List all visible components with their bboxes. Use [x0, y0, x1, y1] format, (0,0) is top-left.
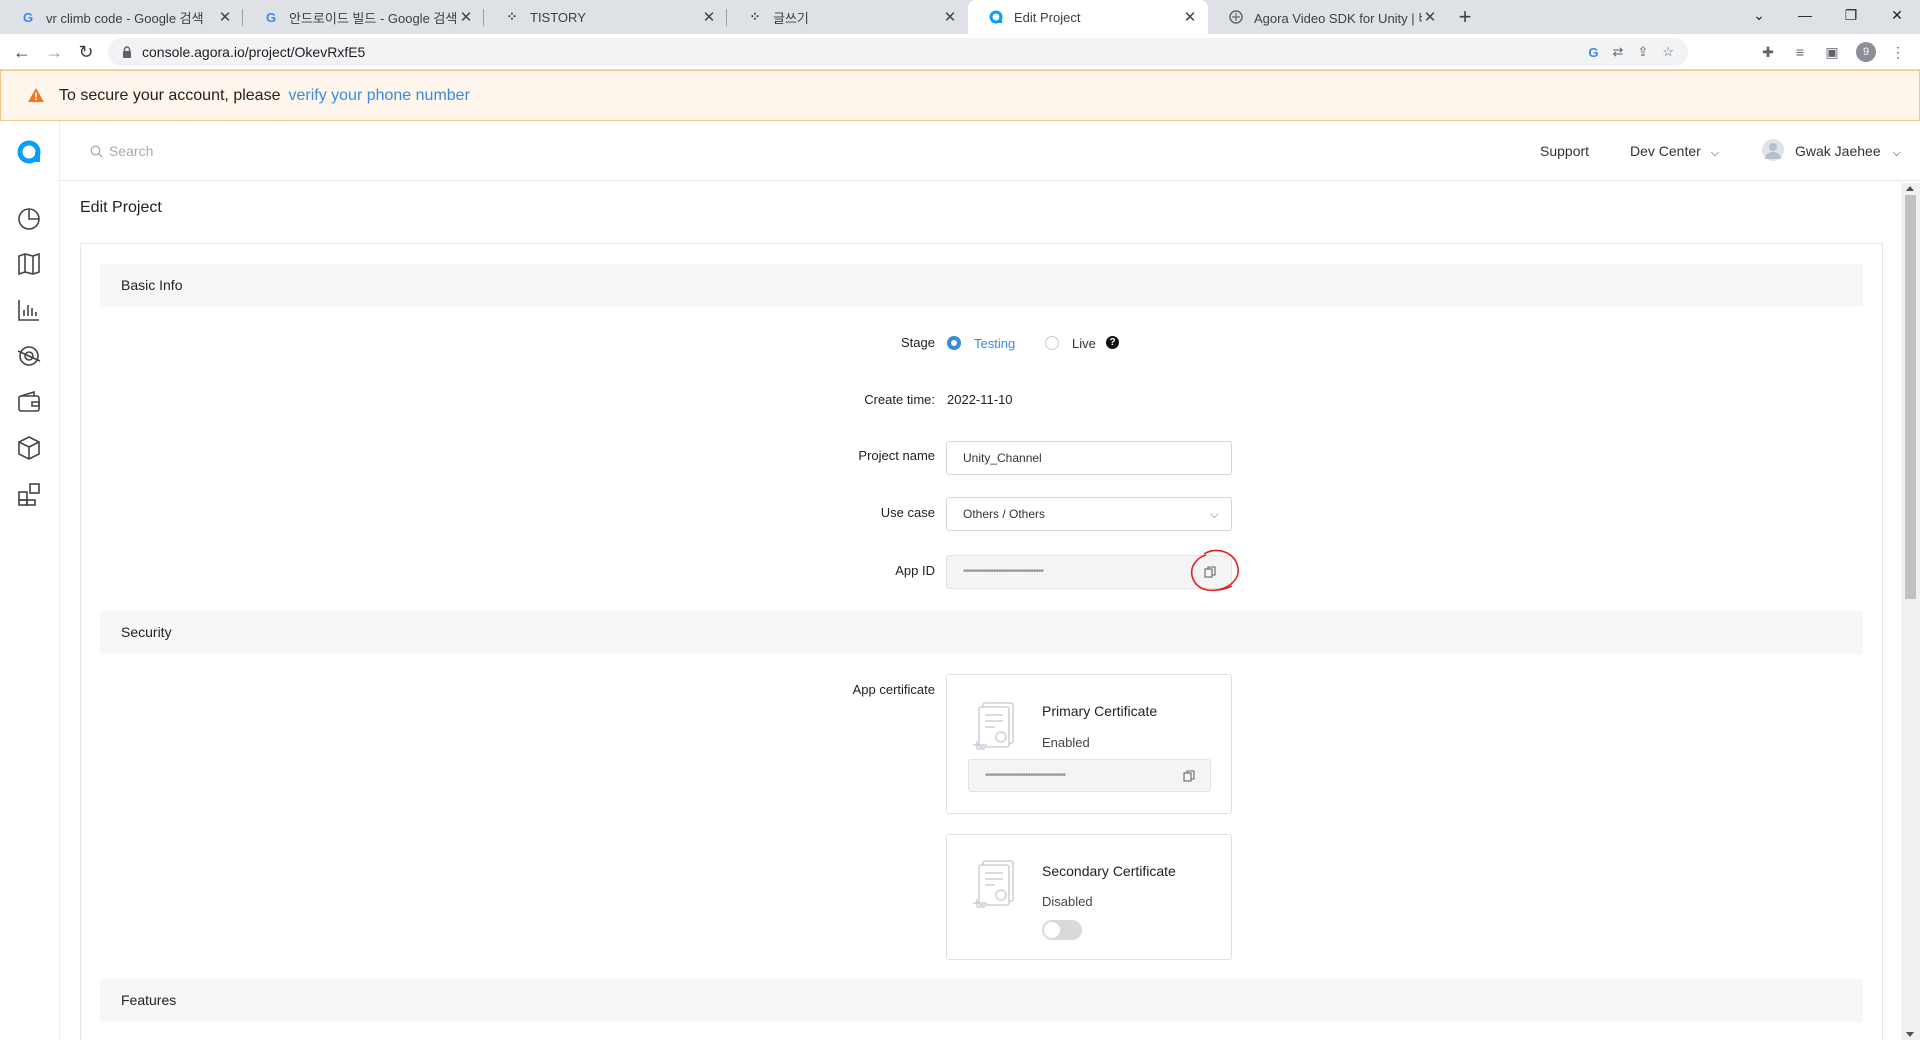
banner-text: To secure your account, please [59, 86, 281, 104]
primary-certificate-status: Enabled [1042, 735, 1090, 750]
translate-icon[interactable]: ⇄ [1613, 44, 1624, 60]
url-text: console.agora.io/project/OkevRxfE5 [142, 44, 366, 60]
section-security: Security [100, 611, 1863, 654]
browser-tab[interactable]: ⁘ TISTORY ✕ [484, 0, 727, 34]
restore-button[interactable]: ❐ [1828, 0, 1874, 30]
agora-icon [988, 9, 1004, 25]
extensions-cube-icon[interactable] [16, 435, 44, 463]
primary-certificate-title: Primary Certificate [1042, 703, 1158, 719]
projects-map-icon[interactable] [16, 251, 44, 279]
user-menu[interactable]: Gwak Jaehee ⌵ [1795, 143, 1901, 160]
google-icon: G [22, 9, 34, 25]
create-time-value: 2022-11-10 [947, 392, 1013, 407]
close-tab-icon[interactable]: ✕ [942, 8, 958, 26]
scroll-down-icon[interactable] [1906, 1032, 1914, 1037]
chevron-down-icon: ⌵ [1209, 507, 1219, 521]
help-icon[interactable]: ? [1106, 336, 1119, 349]
user-avatar[interactable] [1762, 139, 1784, 161]
extensions-icon[interactable]: ✚ [1756, 40, 1780, 64]
close-tab-icon[interactable]: ✕ [217, 8, 233, 26]
red-annotation-circle [1190, 549, 1239, 592]
secondary-certificate-toggle[interactable] [1042, 920, 1082, 940]
certificate-icon [973, 701, 1019, 753]
app-sidebar [0, 121, 60, 1040]
search-box[interactable]: Search [90, 143, 153, 159]
stage-live-label[interactable]: Live [1072, 336, 1096, 351]
browser-tab[interactable]: Agora Video SDK for Unity | 비디 ✕ [1208, 0, 1448, 34]
lock-icon [122, 46, 132, 58]
app-id-label: App ID [895, 563, 935, 578]
scroll-up-icon[interactable] [1906, 186, 1914, 191]
section-basic-info: Basic Info [100, 264, 1863, 307]
side-panel-icon[interactable]: ▣ [1820, 40, 1844, 64]
certificate-icon [973, 859, 1019, 911]
tistory-icon: ⁘ [749, 9, 761, 24]
support-link[interactable]: Support [1540, 143, 1589, 159]
secondary-certificate-card: Secondary Certificate Disabled [946, 834, 1232, 960]
browser-tab-strip: G vr climb code - Google 검색 ✕ G 안드로이드 빌드… [0, 0, 1920, 34]
app-certificate-label: App certificate [852, 682, 935, 697]
app-header: Search Support Dev Center ⌵ Gwak Jaehee … [60, 121, 1920, 181]
scrollbar-thumb[interactable] [1905, 195, 1916, 599]
new-tab-button[interactable]: + [1452, 4, 1478, 30]
browser-tab[interactable]: ⁘ 글쓰기 ✕ [727, 0, 968, 34]
minimize-button[interactable]: — [1782, 0, 1828, 30]
address-bar[interactable]: console.agora.io/project/OkevRxfE5 G ⇄ ⇪… [108, 38, 1688, 66]
warning-icon [27, 87, 47, 105]
use-case-select[interactable]: Others / Others ⌵ [946, 497, 1232, 531]
reload-icon[interactable]: ↻ [72, 38, 100, 66]
profile-avatar[interactable]: 9 [1856, 42, 1876, 62]
forward-icon[interactable]: → [40, 38, 68, 66]
copy-icon[interactable] [1183, 770, 1195, 782]
close-tab-icon[interactable]: ✕ [1422, 8, 1438, 26]
primary-certificate-field: •••••••••••••••••••••••••••••••• [968, 759, 1211, 792]
search-icon [90, 145, 103, 157]
secondary-certificate-status: Disabled [1042, 894, 1093, 909]
browser-menu-icon[interactable]: ⋮ [1886, 40, 1910, 64]
project-name-label: Project name [858, 448, 935, 463]
tistory-icon: ⁘ [506, 9, 518, 24]
page-scrollbar[interactable] [1901, 183, 1920, 1040]
secondary-certificate-title: Secondary Certificate [1042, 863, 1176, 879]
use-case-label: Use case [880, 505, 935, 520]
dev-center-menu[interactable]: Dev Center ⌵ [1630, 143, 1719, 160]
primary-certificate-card: Primary Certificate Enabled ••••••••••••… [946, 674, 1232, 814]
search-placeholder: Search [109, 143, 154, 159]
chevron-down-icon: ⌵ [1892, 147, 1901, 159]
share-icon[interactable]: ⇪ [1637, 44, 1648, 60]
stage-label: Stage [901, 335, 935, 350]
agora-logo-icon[interactable] [16, 138, 44, 166]
google-lens-icon[interactable]: G [1588, 45, 1598, 60]
close-tab-icon[interactable]: ✕ [458, 8, 474, 26]
window-close-button[interactable]: ✕ [1874, 0, 1920, 30]
back-icon[interactable]: ← [8, 38, 36, 66]
usage-chart-icon[interactable] [16, 297, 44, 325]
stage-testing-label[interactable]: Testing [974, 336, 1015, 351]
marketplace-grid-icon[interactable] [16, 481, 44, 509]
unity-icon [1228, 9, 1244, 25]
verify-phone-link[interactable]: verify your phone number [288, 87, 469, 105]
bookmark-star-icon[interactable]: ☆ [1662, 44, 1674, 60]
google-icon: G [265, 9, 277, 25]
close-tab-icon[interactable]: ✕ [1182, 8, 1198, 26]
close-tab-icon[interactable]: ✕ [701, 8, 717, 26]
reading-list-icon[interactable]: ≡ [1788, 40, 1812, 64]
create-time-label: Create time: [864, 392, 935, 407]
stage-live-radio[interactable] [1045, 336, 1059, 350]
billing-wallet-icon[interactable] [16, 389, 44, 417]
tab-search-icon[interactable]: ⌄ [1736, 0, 1782, 30]
dashboard-pie-icon[interactable] [16, 205, 44, 233]
stage-testing-radio[interactable] [947, 336, 961, 350]
browser-tab-active[interactable]: Edit Project ✕ [968, 0, 1208, 34]
project-name-input[interactable]: Unity_Channel [946, 441, 1232, 475]
section-features: Features [100, 979, 1863, 1022]
browser-toolbar: ← → ↻ console.agora.io/project/OkevRxfE5… [0, 34, 1920, 70]
browser-tab[interactable]: G vr climb code - Google 검색 ✕ [0, 0, 243, 34]
chevron-down-icon: ⌵ [1710, 147, 1720, 159]
security-warning-banner: To secure your account, please verify yo… [0, 70, 1920, 121]
browser-tab[interactable]: G 안드로이드 빌드 - Google 검색 ✕ [243, 0, 484, 34]
page-title: Edit Project [80, 199, 162, 216]
analytics-icon[interactable] [16, 343, 44, 371]
